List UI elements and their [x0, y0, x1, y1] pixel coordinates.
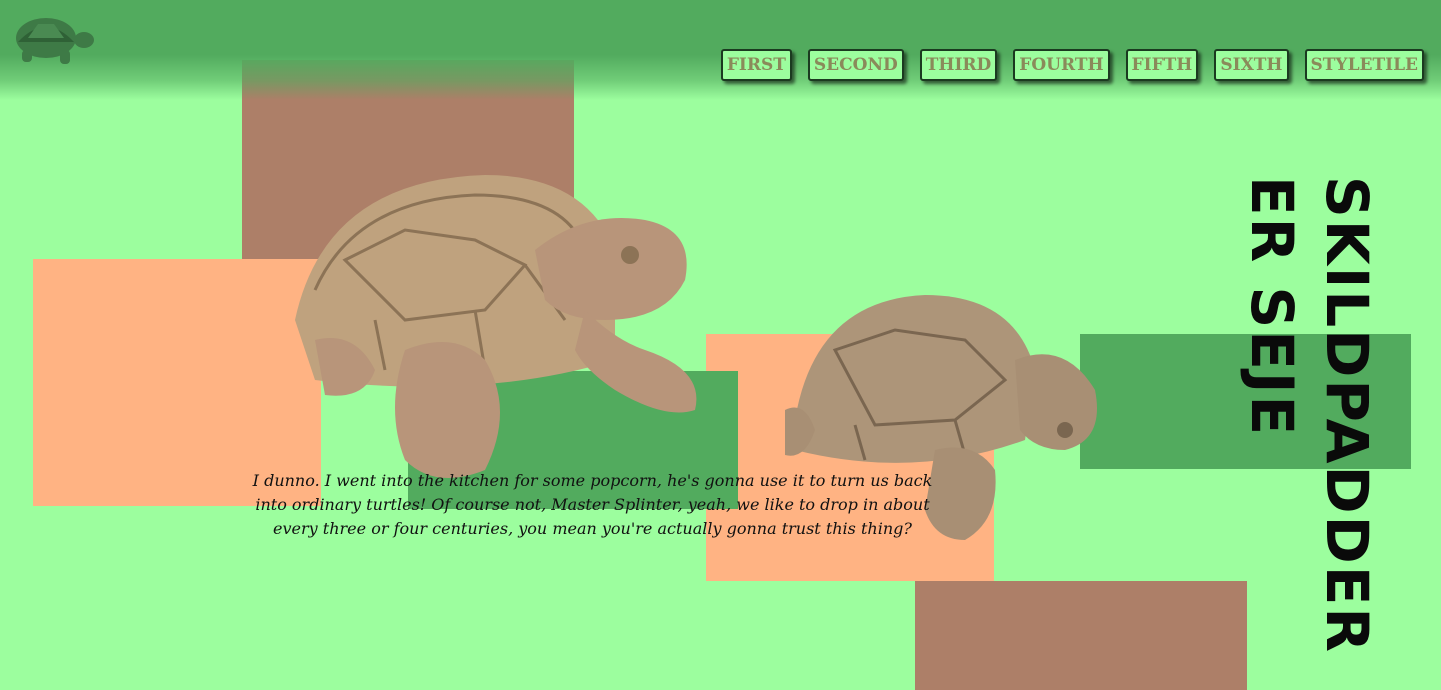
- turtle-statue-large-image: [295, 175, 697, 478]
- nav-fifth[interactable]: FIFTH: [1125, 49, 1199, 81]
- nav-first[interactable]: FIRST: [720, 49, 792, 81]
- nav-styletile[interactable]: STYLETILE: [1304, 49, 1424, 81]
- hero-caption: I dunno. I went into the kitchen for som…: [252, 471, 933, 538]
- hero-title-line1: SKILDPADDER: [1313, 176, 1381, 655]
- turtle-logo-icon[interactable]: [8, 10, 94, 68]
- hero-title-line2: ER SEJE: [1238, 176, 1306, 438]
- nav-second[interactable]: SECOND: [807, 49, 904, 81]
- nav-sixth[interactable]: SIXTH: [1214, 49, 1289, 81]
- main-nav: FIRST SECOND THIRD FOURTH FIFTH SIXTH ST…: [705, 49, 1424, 81]
- nav-fourth[interactable]: FOURTH: [1013, 49, 1110, 81]
- brown-block-bottom: [915, 581, 1247, 690]
- nav-third[interactable]: THIRD: [919, 49, 998, 81]
